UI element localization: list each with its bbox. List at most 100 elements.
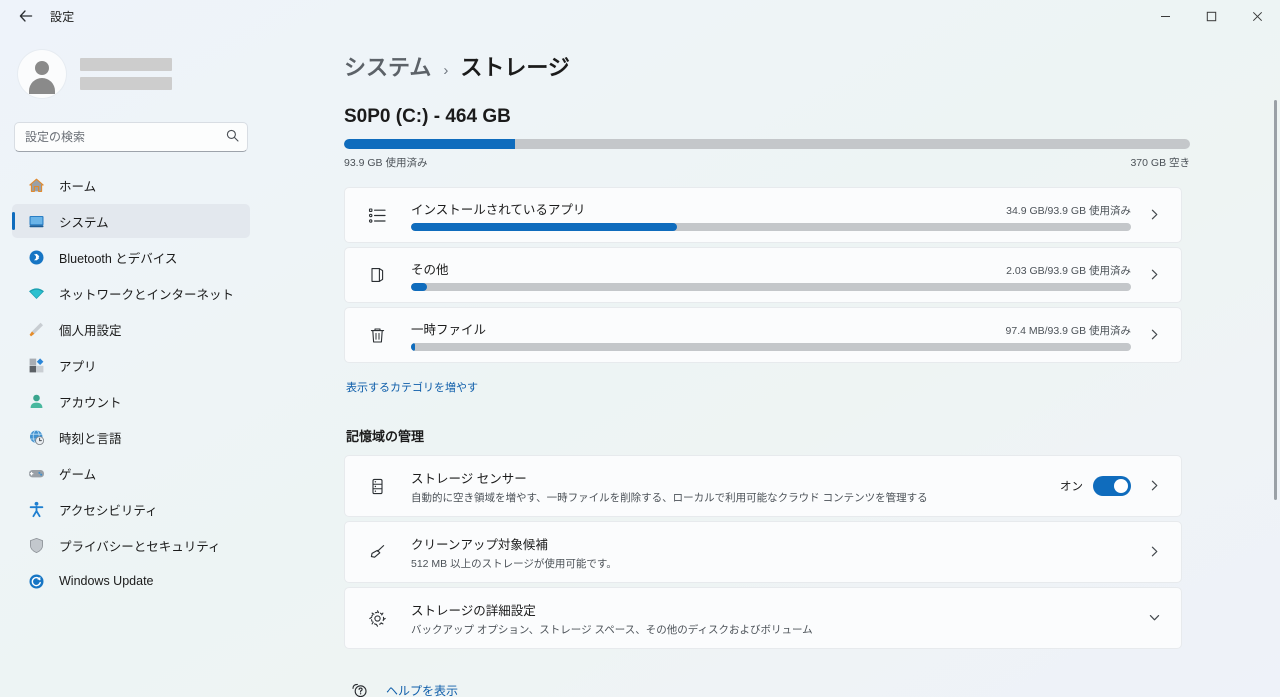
setting-subtitle: 512 MB 以上のストレージが使用可能です。 [411,557,617,570]
chevron-down-icon[interactable] [1141,611,1167,626]
setting-title: ストレージ センサー [411,471,527,486]
category-body: その他 2.03 GB/93.9 GB 使用済み [411,259,1131,291]
gamepad-icon [26,463,46,483]
category-bar-fill [411,283,427,291]
footer-links: ヘルプを表示 フィードバックの送信 [348,677,1184,697]
settings-list: ストレージ センサー 自動的に空き領域を増やす、一時ファイルを削除する、ローカル… [344,455,1184,649]
close-button[interactable] [1234,0,1280,32]
account-text [80,58,172,90]
drive-legend: 93.9 GB 使用済み 370 GB 空き [344,155,1190,170]
category-bar-fill [411,343,415,351]
settings-window: 設定 設定の検索 ホーム システム Bluetooth とデバイス ネットワーク… [0,0,1280,697]
sidebar-item-label: 個人用設定 [59,323,122,338]
account-name-redacted [80,58,172,71]
apps-icon [26,355,46,375]
setting-subtitle: バックアップ オプション、ストレージ スペース、その他のディスクおよびボリューム [411,623,813,636]
chevron-right-icon[interactable] [1141,268,1167,283]
account-icon [26,391,46,411]
sidebar-item-system[interactable]: システム [12,204,250,238]
sidebar-item-network-internet[interactable]: ネットワークとインターネット [12,276,250,310]
category-list: インストールされているアプリ 34.9 GB/93.9 GB 使用済み その他 … [344,187,1184,363]
drive-summary: S0P0 (C:) - 464 GB 93.9 GB 使用済み 370 GB 空… [344,106,1190,170]
network-icon [26,283,46,303]
category-row-other[interactable]: その他 2.03 GB/93.9 GB 使用済み [344,247,1182,303]
trash-icon [365,326,389,345]
chevron-right-icon[interactable] [1141,545,1167,560]
drive-free-label: 370 GB 空き [1130,157,1190,169]
gear-icon [365,609,389,628]
sidebar-item-label: Bluetooth とデバイス [59,251,178,266]
category-usage: 97.4 MB/93.9 GB 使用済み [1005,325,1131,337]
setting-body: クリーンアップ対象候補 512 MB 以上のストレージが使用可能です。 [411,534,1131,571]
back-button[interactable] [8,2,44,30]
category-row-installed-apps[interactable]: インストールされているアプリ 34.9 GB/93.9 GB 使用済み [344,187,1182,243]
category-name: その他 [411,263,449,277]
sidebar-item-label: アクセシビリティ [59,503,158,518]
page-title: ストレージ [460,55,570,80]
vertical-scrollbar[interactable] [1274,100,1277,500]
setting-title: ストレージの詳細設定 [411,603,536,618]
shield-icon [26,535,46,555]
search-box [14,122,248,152]
setting-row-storage-sense[interactable]: ストレージ センサー 自動的に空き領域を増やす、一時ファイルを削除する、ローカル… [344,455,1182,517]
chevron-right-icon[interactable] [1141,208,1167,223]
sidebar-item-accounts[interactable]: アカウント [12,384,250,418]
category-usage: 2.03 GB/93.9 GB 使用済み [1006,265,1131,277]
drive-title: S0P0 (C:) - 464 GB [344,106,511,127]
minimize-button[interactable] [1142,0,1188,32]
footer-link-label: ヘルプを表示 [386,683,459,697]
sidebar-item-bluetooth-devices[interactable]: Bluetooth とデバイス [12,240,250,274]
broom-icon [365,543,389,562]
setting-title: クリーンアップ対象候補 [411,537,548,552]
help-icon [348,682,370,697]
category-body: 一時ファイル 97.4 MB/93.9 GB 使用済み [411,319,1131,351]
setting-row-advanced-storage[interactable]: ストレージの詳細設定 バックアップ オプション、ストレージ スペース、その他のデ… [344,587,1182,649]
category-name: 一時ファイル [411,323,487,337]
category-bar [411,283,1131,291]
setting-body: ストレージ センサー 自動的に空き領域を増やす、一時ファイルを削除する、ローカル… [411,468,1048,505]
breadcrumb-separator: › [443,62,449,79]
drive-usage-fill [344,139,515,149]
sidebar-item-apps[interactable]: アプリ [12,348,250,382]
sidebar-item-label: ゲーム [59,467,97,482]
app-list-icon [365,206,389,225]
main-content: システム › ストレージ S0P0 (C:) - 464 GB 93.9 GB … [262,32,1280,697]
sidebar-item-personalization[interactable]: 個人用設定 [12,312,250,346]
chevron-right-icon[interactable] [1141,328,1167,343]
help-link[interactable]: ヘルプを表示 [348,677,458,697]
maximize-button[interactable] [1188,0,1234,32]
toggle-knob [1114,479,1128,493]
window-controls [1142,0,1280,32]
sidebar-item-time-language[interactable]: 時刻と言語 [12,420,250,454]
brush-icon [26,319,46,339]
sidebar-item-gaming[interactable]: ゲーム [12,456,250,490]
sidebar-item-windows-update[interactable]: Windows Update [12,564,250,598]
category-header: 一時ファイル 97.4 MB/93.9 GB 使用済み [411,319,1131,338]
sidebar-item-label: システム [59,215,109,230]
category-header: その他 2.03 GB/93.9 GB 使用済み [411,259,1131,278]
chevron-right-icon[interactable] [1141,479,1167,494]
sidebar-item-label: アプリ [59,359,97,374]
account-email-redacted [80,77,172,90]
storage-sense-toggle-group: オン [1060,476,1131,496]
nav-list: ホーム システム Bluetooth とデバイス ネットワークとインターネット … [12,168,250,598]
sidebar-item-label: ホーム [59,179,97,194]
breadcrumb-parent[interactable]: システム [344,50,431,82]
sidebar-item-privacy-security[interactable]: プライバシーとセキュリティ [12,528,250,562]
category-name: インストールされているアプリ [411,203,586,217]
minimize-icon [1160,15,1170,17]
account-block[interactable] [18,46,250,102]
sidebar-item-home[interactable]: ホーム [12,168,250,202]
show-more-categories-link[interactable]: 表示するカテゴリを増やす [346,379,478,395]
sidebar-item-accessibility[interactable]: アクセシビリティ [12,492,250,526]
clock-globe-icon [26,427,46,447]
search-input[interactable] [14,122,248,152]
accessibility-icon [26,499,46,519]
person-avatar-icon [18,50,66,98]
storage-sense-toggle[interactable] [1093,476,1131,496]
category-row-temporary-files[interactable]: 一時ファイル 97.4 MB/93.9 GB 使用済み [344,307,1182,363]
update-icon [26,571,46,591]
setting-row-cleanup-recommendations[interactable]: クリーンアップ対象候補 512 MB 以上のストレージが使用可能です。 [344,521,1182,583]
category-body: インストールされているアプリ 34.9 GB/93.9 GB 使用済み [411,199,1131,231]
close-icon [1252,11,1262,21]
